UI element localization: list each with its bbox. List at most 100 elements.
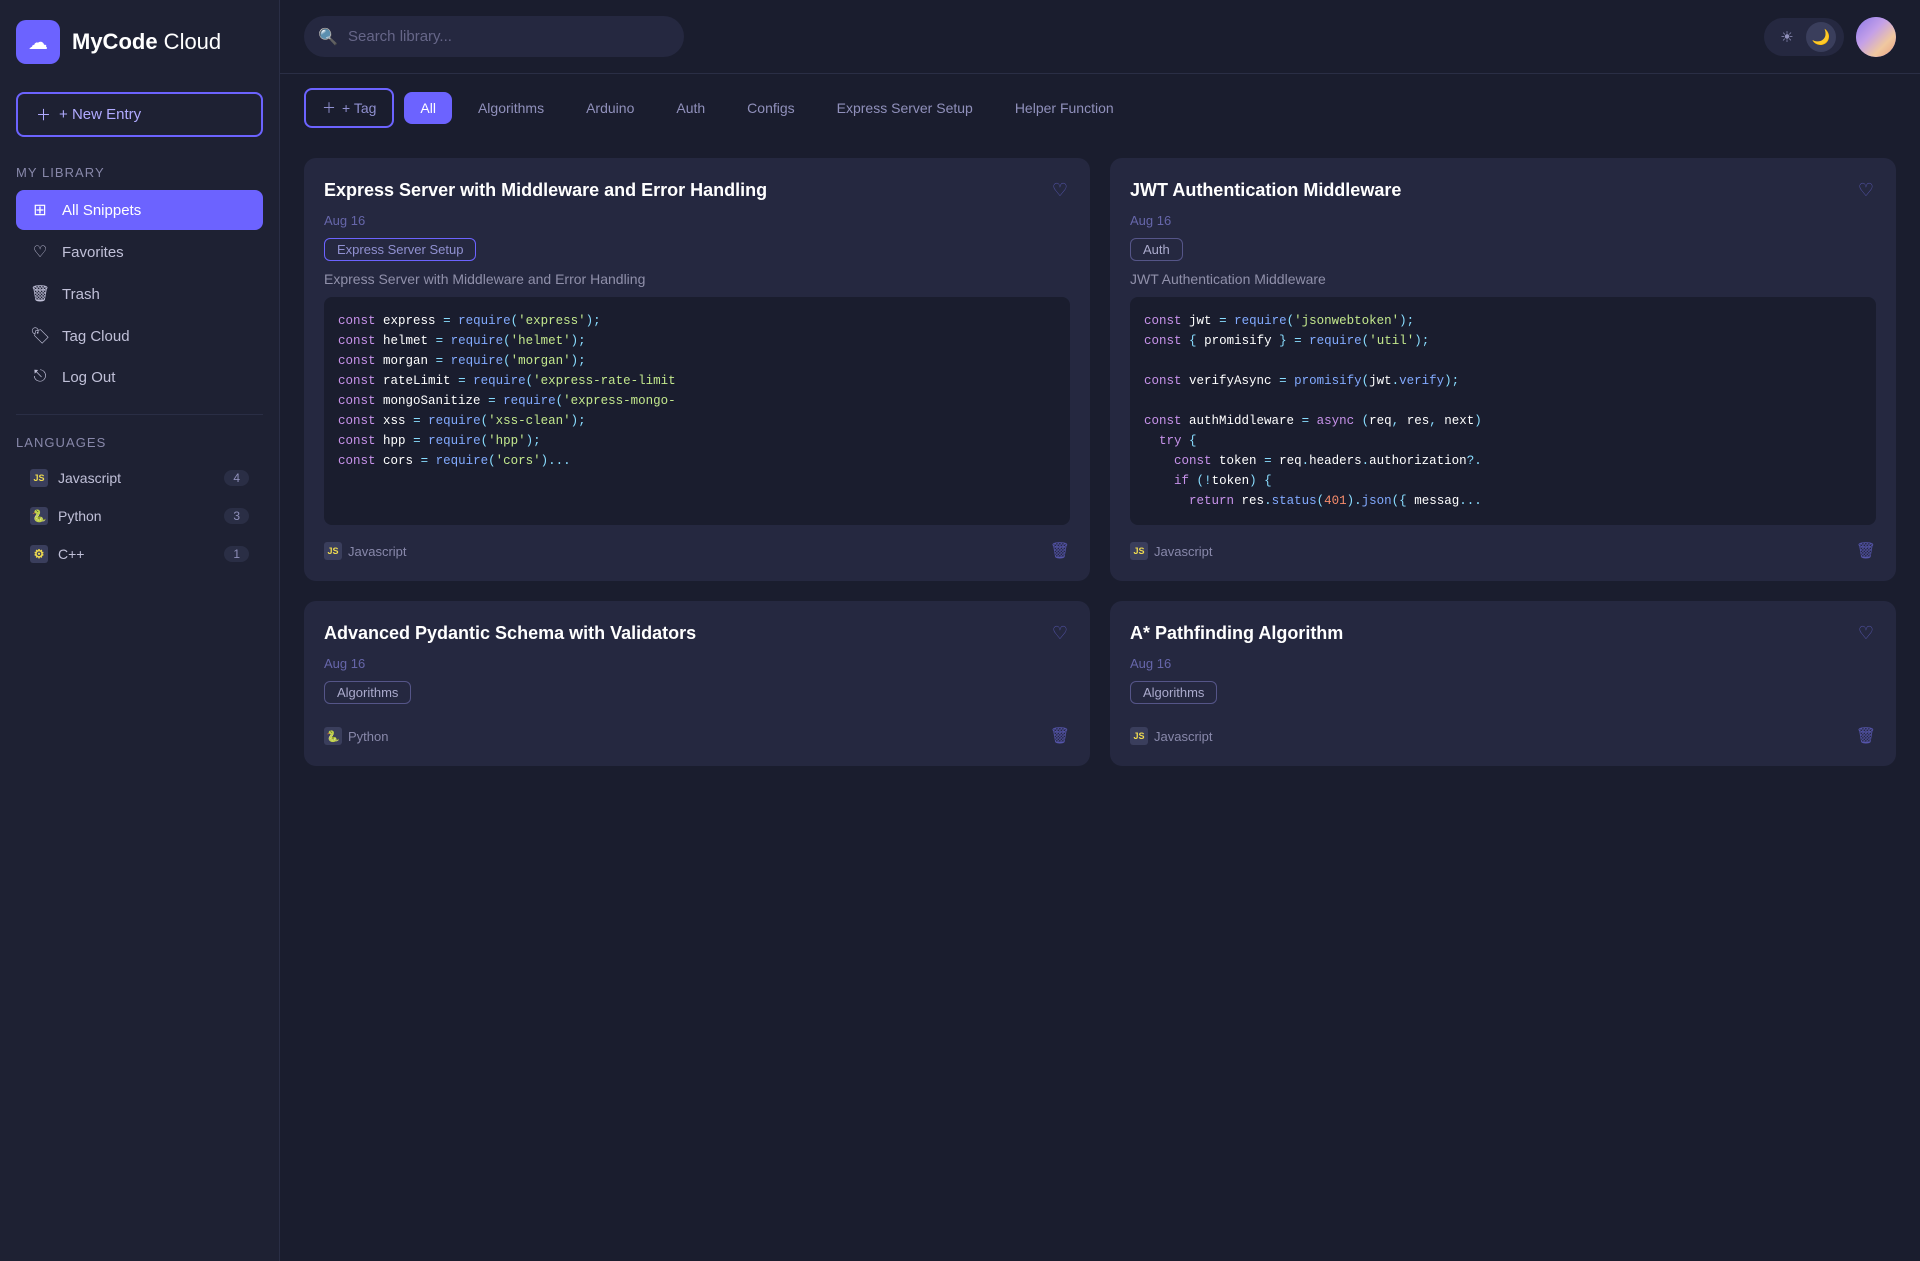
lang-label: C++ <box>58 546 84 562</box>
code-block: const express = require('express'); cons… <box>324 297 1070 525</box>
card-tag[interactable]: Algorithms <box>1130 681 1217 704</box>
tag-icon: 🏷 <box>30 326 50 346</box>
card-footer: JS Javascript 🗑 <box>1130 714 1876 746</box>
card-title: JWT Authentication Middleware <box>1130 178 1856 202</box>
card-tag[interactable]: Express Server Setup <box>324 238 476 261</box>
code-block: const jwt = require('jsonwebtoken'); con… <box>1130 297 1876 525</box>
sidebar-divider <box>16 414 263 415</box>
my-library-label: My Library <box>16 165 263 180</box>
theme-dark-button[interactable]: 🌙 <box>1806 22 1836 52</box>
language-label: 🐍 Python <box>324 727 388 745</box>
like-button[interactable]: ♡ <box>1856 178 1876 203</box>
language-name: Javascript <box>348 544 407 559</box>
tag-btn-label: + Tag <box>342 100 376 116</box>
like-button[interactable]: ♡ <box>1050 621 1070 646</box>
filter-all[interactable]: All <box>404 92 452 124</box>
card-pydantic: Advanced Pydantic Schema with Validators… <box>304 601 1090 766</box>
js-count: 4 <box>224 470 249 486</box>
like-button[interactable]: ♡ <box>1856 621 1876 646</box>
main-content: 🔍 ☀ 🌙 ＋ + Tag All Algorithms Arduino <box>280 0 1920 1261</box>
lang-item-python[interactable]: 🐍 Python 3 <box>16 498 263 534</box>
filter-arduino[interactable]: Arduino <box>570 92 650 124</box>
trash-icon: 🗑 <box>30 284 50 304</box>
card-tag[interactable]: Algorithms <box>324 681 411 704</box>
card-footer: JS Javascript 🗑 <box>324 541 1070 561</box>
filter-auth[interactable]: Auth <box>660 92 721 124</box>
grid-icon: ⊞ <box>30 200 50 220</box>
cards-area: Express Server with Middleware and Error… <box>280 142 1920 1261</box>
card-title: Express Server with Middleware and Error… <box>324 178 1050 202</box>
languages-section: Languages JS Javascript 4 🐍 Python 3 ⚙ C… <box>16 435 263 574</box>
language-label: JS Javascript <box>1130 542 1213 560</box>
lang-item-cpp[interactable]: ⚙ C++ 1 <box>16 536 263 572</box>
topbar: 🔍 ☀ 🌙 <box>280 0 1920 74</box>
lang-label: Python <box>58 508 102 524</box>
delete-button[interactable]: 🗑 <box>1856 726 1876 746</box>
js-lang-icon: JS <box>324 542 342 560</box>
filter-algorithms[interactable]: Algorithms <box>462 92 560 124</box>
like-button[interactable]: ♡ <box>1050 178 1070 203</box>
filter-configs[interactable]: Configs <box>731 92 810 124</box>
plus-icon: ＋ <box>322 98 336 118</box>
card-date: Aug 16 <box>324 656 1070 671</box>
sidebar-item-tag-cloud[interactable]: 🏷 Tag Cloud <box>16 316 263 356</box>
filter-express-server-setup[interactable]: Express Server Setup <box>821 92 989 124</box>
moon-icon: 🌙 <box>1812 28 1831 46</box>
card-title: A* Pathfinding Algorithm <box>1130 621 1856 645</box>
card-astar: A* Pathfinding Algorithm ♡ Aug 16 Algori… <box>1110 601 1896 766</box>
card-tag[interactable]: Auth <box>1130 238 1183 261</box>
cpp-count: 1 <box>224 546 249 562</box>
sidebar-item-label: Favorites <box>62 244 124 261</box>
lang-item-javascript[interactable]: JS Javascript 4 <box>16 460 263 496</box>
cpp-icon: ⚙ <box>30 545 48 563</box>
languages-label: Languages <box>16 435 263 450</box>
language-name: Javascript <box>1154 544 1213 559</box>
sidebar-nav: ⊞ All Snippets ♡ Favorites 🗑 Trash 🏷 Tag… <box>16 190 263 398</box>
search-input[interactable] <box>304 16 684 57</box>
js-lang-icon: JS <box>1130 727 1148 745</box>
card-jwt-auth: JWT Authentication Middleware ♡ Aug 16 A… <box>1110 158 1896 581</box>
language-label: JS Javascript <box>1130 727 1213 745</box>
sidebar-item-label: Tag Cloud <box>62 328 130 345</box>
cards-grid: Express Server with Middleware and Error… <box>304 158 1896 766</box>
theme-light-button[interactable]: ☀ <box>1772 22 1802 52</box>
add-tag-button[interactable]: ＋ + Tag <box>304 88 394 128</box>
card-date: Aug 16 <box>324 213 1070 228</box>
new-entry-button[interactable]: ＋ + New Entry <box>16 92 263 137</box>
lang-label: Javascript <box>58 470 121 486</box>
language-name: Python <box>348 729 388 744</box>
sidebar-item-trash[interactable]: 🗑 Trash <box>16 274 263 314</box>
delete-button[interactable]: 🗑 <box>1050 726 1070 746</box>
card-title: Advanced Pydantic Schema with Validators <box>324 621 1050 645</box>
search-wrapper: 🔍 <box>304 16 684 57</box>
sun-icon: ☀ <box>1780 28 1793 46</box>
sidebar-item-all-snippets[interactable]: ⊞ All Snippets <box>16 190 263 230</box>
sidebar-item-label: Trash <box>62 286 100 303</box>
delete-button[interactable]: 🗑 <box>1050 541 1070 561</box>
sidebar-item-logout[interactable]: ⎋ Log Out <box>16 358 263 396</box>
heart-icon: ♡ <box>30 242 50 262</box>
sidebar: ☁ MyCode Cloud ＋ + New Entry My Library … <box>0 0 280 1261</box>
app-name: MyCode Cloud <box>72 29 221 55</box>
py-icon: 🐍 <box>30 507 48 525</box>
sidebar-item-favorites[interactable]: ♡ Favorites <box>16 232 263 272</box>
card-header: Express Server with Middleware and Error… <box>324 178 1070 203</box>
card-footer: JS Javascript 🗑 <box>1130 541 1876 561</box>
delete-button[interactable]: 🗑 <box>1856 541 1876 561</box>
search-icon: 🔍 <box>318 27 338 47</box>
py-count: 3 <box>224 508 249 524</box>
sidebar-item-label: All Snippets <box>62 202 141 219</box>
language-name: Javascript <box>1154 729 1213 744</box>
card-header: A* Pathfinding Algorithm ♡ <box>1130 621 1876 646</box>
js-icon: JS <box>30 469 48 487</box>
filter-helper-function[interactable]: Helper Function <box>999 92 1130 124</box>
card-date: Aug 16 <box>1130 213 1876 228</box>
filter-bar: ＋ + Tag All Algorithms Arduino Auth Conf… <box>280 74 1920 142</box>
topbar-right: ☀ 🌙 <box>1764 17 1896 57</box>
card-description: Express Server with Middleware and Error… <box>324 271 1070 287</box>
card-express-server: Express Server with Middleware and Error… <box>304 158 1090 581</box>
logo-area: ☁ MyCode Cloud <box>16 20 263 64</box>
card-date: Aug 16 <box>1130 656 1876 671</box>
user-avatar[interactable] <box>1856 17 1896 57</box>
card-description: JWT Authentication Middleware <box>1130 271 1876 287</box>
